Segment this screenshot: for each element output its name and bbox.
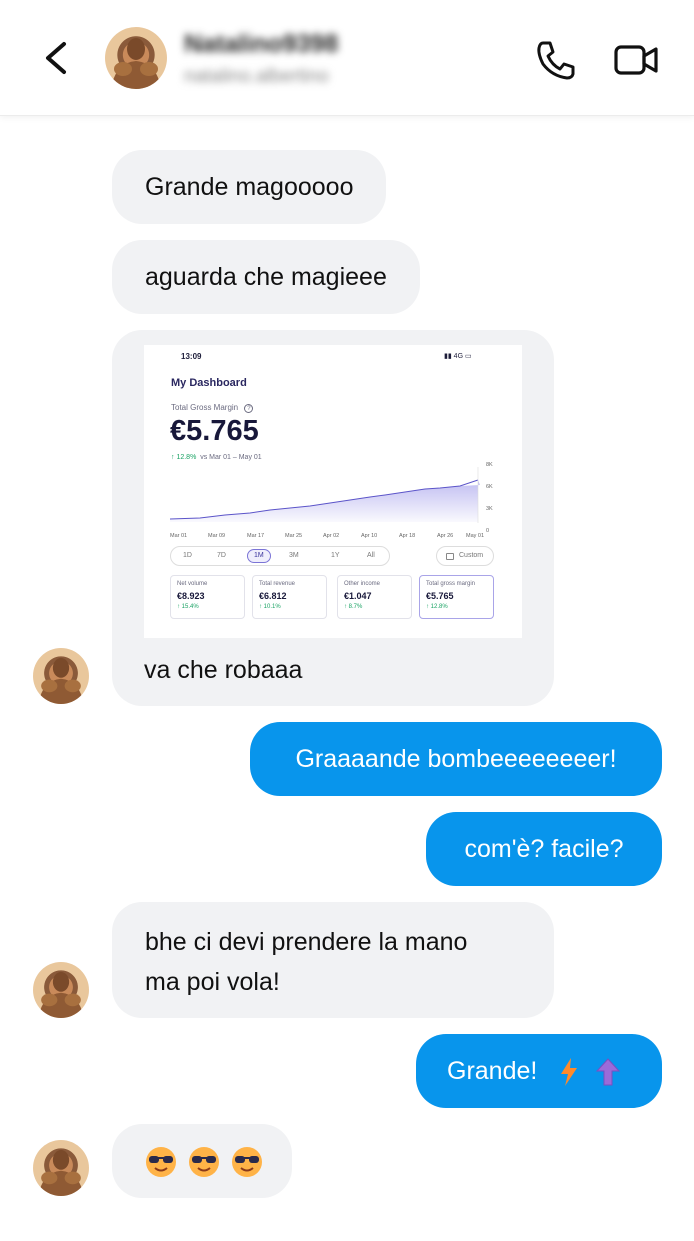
incoming-emoji-message[interactable] bbox=[112, 1124, 292, 1198]
message-text: Graaaande bombeeeeeeeer! bbox=[295, 745, 617, 773]
metric-delta: ↑ 8.7% bbox=[344, 604, 363, 610]
contact-name[interactable]: Natalino9398 bbox=[184, 30, 338, 59]
y-tick: 6K bbox=[486, 484, 493, 490]
outgoing-message[interactable]: com'è? facile? bbox=[426, 812, 662, 886]
custom-range-button[interactable]: Custom bbox=[436, 546, 494, 566]
sunglasses-emoji-icon bbox=[146, 1147, 176, 1178]
metric-value: €1.047 bbox=[344, 591, 372, 601]
sunglasses-emoji-icon bbox=[188, 1147, 219, 1178]
metric-delta: ↑ 10.1% bbox=[259, 604, 281, 610]
metric-delta: ↑ 12.8% bbox=[426, 604, 448, 610]
message-text: bhe ci devi prendere la mano bbox=[145, 928, 468, 956]
signal-icon: ▮▮ bbox=[444, 353, 452, 360]
range-all[interactable]: All bbox=[367, 552, 375, 559]
x-tick: Mar 17 bbox=[247, 533, 264, 539]
back-arrow-icon[interactable] bbox=[36, 36, 80, 80]
x-tick: Mar 25 bbox=[285, 533, 302, 539]
y-tick: 0 bbox=[486, 528, 489, 534]
metric-card-total-gross-margin[interactable]: Total gross margin €5.765 ↑ 12.8% bbox=[419, 575, 494, 619]
status-time: 13:09 bbox=[181, 352, 202, 361]
custom-range-label: Custom bbox=[459, 552, 484, 559]
up-arrow-emoji-icon bbox=[596, 1058, 621, 1086]
outgoing-message[interactable]: Graaaande bombeeeeeeeer! bbox=[250, 722, 662, 796]
metric-delta-value: 8.7% bbox=[348, 604, 363, 610]
gross-margin-label: Total Gross Margin ? bbox=[171, 403, 254, 413]
y-tick: 3K bbox=[486, 506, 493, 512]
x-tick: Apr 10 bbox=[361, 533, 377, 539]
x-tick: Mar 01 bbox=[170, 533, 187, 539]
metric-label: Total revenue bbox=[259, 581, 296, 587]
metric-delta-value: 15.4% bbox=[181, 604, 199, 610]
message-text: aguarda che magieee bbox=[145, 263, 387, 291]
message-text: Grande! bbox=[447, 1057, 538, 1085]
status-bar-icons: ▮▮ 4G ▭ bbox=[444, 352, 472, 360]
help-icon: ? bbox=[244, 404, 254, 413]
x-tick: Apr 18 bbox=[399, 533, 415, 539]
chat-header: Natalino9398 natalino.albertino bbox=[0, 0, 694, 116]
range-1d[interactable]: 1D bbox=[183, 552, 192, 559]
range-1y[interactable]: 1Y bbox=[331, 552, 340, 559]
gross-margin-chart: 8K 6K 3K 0 Mar 01 Mar 09 Mar 17 Mar 25 A… bbox=[170, 462, 493, 539]
sender-avatar[interactable] bbox=[33, 1140, 89, 1196]
video-call-icon[interactable] bbox=[612, 40, 660, 80]
metric-value: €5.765 bbox=[426, 591, 454, 601]
gross-margin-value: €5.765 bbox=[170, 415, 259, 447]
metric-card-total-revenue[interactable]: Total revenue €6.812 ↑ 10.1% bbox=[252, 575, 327, 619]
range-selector: 1D 7D 1M 3M 1Y All bbox=[170, 546, 390, 566]
message-text: com'è? facile? bbox=[464, 835, 624, 863]
sender-avatar[interactable] bbox=[33, 962, 89, 1018]
contact-username: natalino.albertino bbox=[184, 66, 329, 87]
calendar-icon bbox=[446, 553, 454, 560]
x-tick: May 01 bbox=[466, 533, 484, 539]
metric-delta-value: 12.8% bbox=[430, 604, 448, 610]
incoming-message[interactable]: aguarda che magieee bbox=[112, 240, 420, 314]
metric-delta-value: 10.1% bbox=[263, 604, 281, 610]
metric-card-other-income[interactable]: Other income €1.047 ↑ 8.7% bbox=[337, 575, 412, 619]
gross-margin-label-text: Total Gross Margin bbox=[171, 403, 239, 412]
battery-icon: ▭ bbox=[464, 353, 472, 360]
outgoing-message[interactable]: Grande! bbox=[416, 1034, 662, 1108]
contact-avatar[interactable] bbox=[105, 27, 167, 89]
network-label: 4G bbox=[453, 353, 464, 360]
x-tick: Apr 02 bbox=[323, 533, 339, 539]
metric-delta: ↑ 15.4% bbox=[177, 604, 199, 610]
metric-label: Total gross margin bbox=[426, 581, 476, 587]
message-text: va che robaaa bbox=[144, 656, 303, 684]
x-tick: Mar 09 bbox=[208, 533, 225, 539]
range-7d[interactable]: 7D bbox=[217, 552, 226, 559]
metric-value: €6.812 bbox=[259, 591, 287, 601]
lightning-emoji-icon bbox=[561, 1058, 578, 1087]
dashboard-screenshot[interactable]: 13:09 ▮▮ 4G ▭ My Dashboard Total Gross M… bbox=[144, 345, 522, 638]
sunglasses-emoji-icon bbox=[231, 1147, 262, 1178]
x-tick: Apr 26 bbox=[437, 533, 453, 539]
dashboard-title: My Dashboard bbox=[171, 377, 247, 389]
range-3m[interactable]: 3M bbox=[289, 552, 299, 559]
message-text: ma poi vola! bbox=[145, 968, 280, 996]
y-tick: 8K bbox=[486, 462, 493, 468]
incoming-message[interactable]: Grande magooooo bbox=[112, 150, 387, 224]
incoming-message[interactable]: bhe ci devi prendere la mano ma poi vola… bbox=[112, 902, 554, 1018]
metric-value: €8.923 bbox=[177, 591, 205, 601]
range-1m[interactable]: 1M bbox=[247, 549, 271, 563]
sender-avatar[interactable] bbox=[33, 648, 89, 704]
metric-card-net-volume[interactable]: Net volume €8.923 ↑ 15.4% bbox=[170, 575, 245, 619]
metric-label: Net volume bbox=[177, 581, 208, 587]
phone-call-icon[interactable] bbox=[534, 38, 578, 82]
message-text: Grande magooooo bbox=[145, 173, 354, 201]
metric-label: Other income bbox=[344, 581, 381, 587]
